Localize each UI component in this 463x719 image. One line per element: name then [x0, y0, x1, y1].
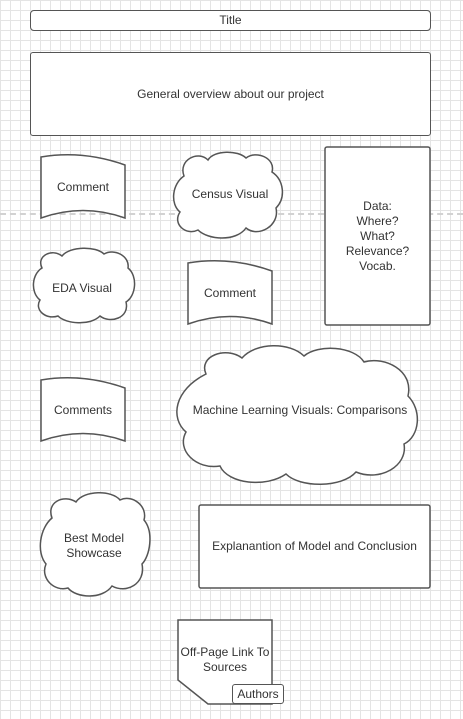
- explanation-label: Explanantion of Model and Conclusion: [199, 505, 430, 588]
- comment-text-1: Comment: [56, 179, 109, 194]
- comments-text: Comments: [53, 402, 112, 417]
- data-box-label: Data: Where? What? Relevance? Vocab.: [325, 147, 430, 325]
- ml-visuals-label: Machine Learning Visuals: Comparisons: [180, 398, 420, 422]
- comment-label-1: Comment: [41, 175, 125, 199]
- census-visual-text: Census Visual: [191, 186, 269, 201]
- data-line-3: What?: [360, 228, 395, 243]
- ml-visuals-text: Machine Learning Visuals: Comparisons: [192, 402, 408, 417]
- census-visual-label: Census Visual: [180, 182, 280, 206]
- authors-label: Authors: [237, 686, 279, 701]
- authors-box[interactable]: Authors: [232, 684, 284, 704]
- eda-visual-text: EDA Visual: [52, 280, 112, 295]
- off-page-line-2: Sources: [202, 660, 248, 674]
- title-box[interactable]: Title: [30, 10, 431, 31]
- data-line-4: Relevance?: [345, 243, 410, 258]
- comment-text-2: Comment: [203, 285, 256, 300]
- eda-visual-label: EDA Visual: [34, 276, 130, 300]
- off-page-line-1: Off-Page Link To: [180, 645, 270, 659]
- comments-label: Comments: [41, 398, 125, 422]
- overview-box[interactable]: General overview about our project: [30, 52, 431, 136]
- best-model-line-2: Showcase: [66, 546, 122, 560]
- data-line-5: Vocab.: [359, 258, 396, 273]
- best-model-label: Best Model Showcase: [42, 528, 146, 564]
- best-model-line-1: Best Model: [63, 531, 125, 545]
- data-line-1: Data:: [363, 198, 392, 213]
- explanation-text: Explanantion of Model and Conclusion: [212, 539, 417, 553]
- overview-label: General overview about our project: [137, 86, 324, 101]
- off-page-link-label: Off-Page Link To Sources: [178, 642, 272, 678]
- title-label: Title: [219, 13, 242, 27]
- comment-label-2: Comment: [188, 281, 272, 305]
- data-line-2: Where?: [356, 213, 399, 228]
